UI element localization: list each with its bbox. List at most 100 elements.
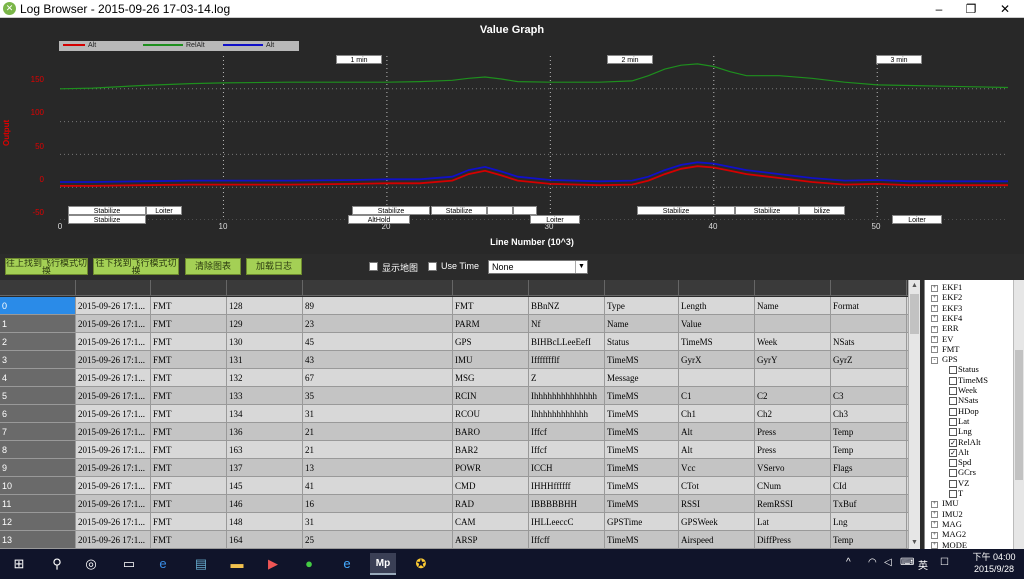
row-index-cell[interactable]: 10 <box>0 477 76 495</box>
table-cell[interactable] <box>831 315 907 333</box>
table-cell[interactable]: Status <box>605 333 679 351</box>
table-cell[interactable]: 2015-09-26 17:1... <box>76 441 151 459</box>
tree-node[interactable]: + ERR <box>931 323 959 333</box>
tree-field[interactable]: NSats <box>949 395 978 406</box>
table-cell[interactable]: C2 <box>755 387 831 405</box>
table-cell[interactable]: 163 <box>227 441 303 459</box>
table-cell[interactable]: FMT <box>151 495 227 513</box>
ie-icon[interactable]: e <box>334 553 360 575</box>
table-cell[interactable]: GyrZ <box>831 351 907 369</box>
table-cell[interactable]: TxBuf <box>831 495 907 513</box>
tree-checkbox[interactable] <box>949 407 957 416</box>
tree-checkbox[interactable] <box>949 469 957 478</box>
table-cell[interactable]: Vcc <box>679 459 755 477</box>
table-cell[interactable]: Iffcf <box>529 441 605 459</box>
next-mode-change-button[interactable]: 往下找到飞行模式切换 <box>93 258 179 275</box>
row-index-cell[interactable]: 8 <box>0 441 76 459</box>
table-row[interactable]: 4 2015-09-26 17:1... FMT 132 67 MSG Z Message <box>0 369 920 387</box>
table-cell[interactable]: 31 <box>303 513 453 531</box>
tree-field[interactable]: GCrs <box>949 467 976 478</box>
table-cell[interactable]: 16 <box>303 495 453 513</box>
column-header[interactable] <box>679 280 755 296</box>
table-cell[interactable] <box>755 369 831 387</box>
column-header[interactable] <box>76 280 151 296</box>
table-cell[interactable]: 43 <box>303 351 453 369</box>
graph-source-select[interactable]: None ▼ <box>488 260 588 274</box>
expand-icon[interactable]: + <box>931 336 938 344</box>
row-index-cell[interactable]: 12 <box>0 513 76 531</box>
table-cell[interactable]: TimeMS <box>605 495 679 513</box>
table-cell[interactable]: POWR <box>453 459 529 477</box>
tree-field[interactable]: Lat <box>949 416 969 426</box>
table-cell[interactable]: Ch2 <box>755 405 831 423</box>
column-header[interactable] <box>529 280 605 296</box>
close-button[interactable]: ✕ <box>990 0 1020 18</box>
table-cell[interactable]: 41 <box>303 477 453 495</box>
expand-icon[interactable]: + <box>931 542 938 549</box>
field-tree[interactable]: + EKF1 + EKF2 + EKF3 + EKF4 + ERR + EV + FMT - GPS Statu… <box>924 280 1024 549</box>
show-map-checkbox[interactable] <box>369 262 378 271</box>
table-cell[interactable]: RCOU <box>453 405 529 423</box>
table-cell[interactable]: BIHBcLLeeEefI <box>529 333 605 351</box>
expand-icon[interactable]: + <box>931 315 938 323</box>
row-index-cell[interactable]: 0 <box>0 297 76 315</box>
table-cell[interactable]: 2015-09-26 17:1... <box>76 495 151 513</box>
table-cell[interactable]: GPS <box>453 333 529 351</box>
notification-icon[interactable]: ☐ <box>940 557 949 568</box>
table-cell[interactable]: TimeMS <box>605 405 679 423</box>
table-cell[interactable]: MSG <box>453 369 529 387</box>
table-cell[interactable]: Flags <box>831 459 907 477</box>
table-cell[interactable]: 21 <box>303 423 453 441</box>
table-cell[interactable]: 67 <box>303 369 453 387</box>
use-time-checkbox[interactable] <box>428 262 437 271</box>
row-index-cell[interactable]: 5 <box>0 387 76 405</box>
table-cell[interactable]: Temp <box>831 531 907 549</box>
table-cell[interactable]: FMT <box>151 387 227 405</box>
tree-checkbox[interactable] <box>949 490 957 499</box>
tree-node[interactable]: + MODE <box>931 540 967 549</box>
row-index-cell[interactable]: 6 <box>0 405 76 423</box>
expand-icon[interactable]: + <box>931 305 938 313</box>
search-icon[interactable]: ⚲ <box>44 553 70 575</box>
tree-checkbox[interactable] <box>949 376 957 385</box>
notepad-icon[interactable]: ▤ <box>188 553 214 575</box>
table-cell[interactable]: 31 <box>303 405 453 423</box>
table-cell[interactable]: FMT <box>151 423 227 441</box>
table-row[interactable]: 11 2015-09-26 17:1... FMT 146 16 RAD IBBBBBHH T… <box>0 495 920 513</box>
tree-node[interactable]: + FMT <box>931 344 959 354</box>
table-cell[interactable]: FMT <box>151 441 227 459</box>
table-cell[interactable]: FMT <box>151 531 227 549</box>
table-cell[interactable]: RCIN <box>453 387 529 405</box>
windows-start-icon[interactable]: ⊞ <box>6 553 32 575</box>
table-cell[interactable]: 146 <box>227 495 303 513</box>
row-index-cell[interactable]: 7 <box>0 423 76 441</box>
volume-icon[interactable]: ◁ <box>884 557 892 568</box>
table-cell[interactable]: TimeMS <box>605 531 679 549</box>
table-cell[interactable]: TimeMS <box>605 351 679 369</box>
expand-icon[interactable]: + <box>931 521 938 529</box>
tree-node[interactable]: - GPS <box>931 354 958 364</box>
table-cell[interactable]: 134 <box>227 405 303 423</box>
table-cell[interactable]: Iffffffflf <box>529 351 605 369</box>
table-cell[interactable]: ICCH <box>529 459 605 477</box>
table-row[interactable]: 13 2015-09-26 17:1... FMT 164 25 ARSP Iffcff Ti… <box>0 531 920 549</box>
tree-checkbox[interactable] <box>949 479 957 488</box>
table-cell[interactable]: BBnNZ <box>529 297 605 315</box>
table-cell[interactable]: GPSTime <box>605 513 679 531</box>
table-cell[interactable]: FMT <box>151 351 227 369</box>
table-cell[interactable]: FMT <box>151 333 227 351</box>
row-index-cell[interactable]: 3 <box>0 351 76 369</box>
table-cell[interactable]: CMD <box>453 477 529 495</box>
system-clock[interactable]: 下午 04:00 2015/9/28 <box>968 551 1020 575</box>
table-cell[interactable]: IHHHffffff <box>529 477 605 495</box>
table-cell[interactable]: CTot <box>679 477 755 495</box>
table-cell[interactable]: 133 <box>227 387 303 405</box>
table-cell[interactable]: 2015-09-26 17:1... <box>76 315 151 333</box>
table-cell[interactable]: Iffcff <box>529 531 605 549</box>
table-cell[interactable]: CAM <box>453 513 529 531</box>
table-cell[interactable]: 13 <box>303 459 453 477</box>
table-row[interactable]: 8 2015-09-26 17:1... FMT 163 21 BAR2 Iffcf Time… <box>0 441 920 459</box>
table-cell[interactable]: RemRSSI <box>755 495 831 513</box>
expand-icon[interactable]: + <box>931 325 938 333</box>
clear-graph-button[interactable]: 清除图表 <box>185 258 241 275</box>
